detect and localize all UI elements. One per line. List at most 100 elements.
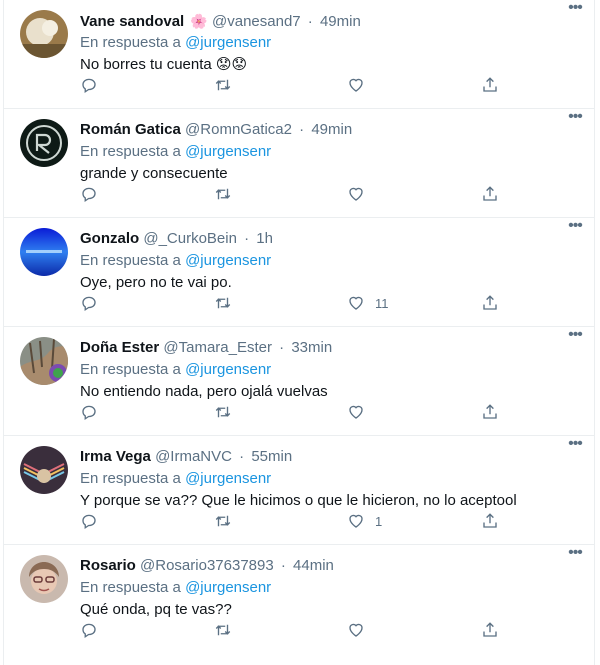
tweet-actions (80, 401, 510, 423)
more-options-icon[interactable]: ••• (564, 545, 586, 567)
timestamp[interactable]: 33min (291, 339, 332, 356)
reply-button[interactable] (80, 74, 98, 96)
more-options-icon[interactable]: ••• (564, 109, 586, 131)
tweet-text: Oye, pero no te vai po. (80, 274, 232, 291)
reply-button[interactable] (80, 292, 98, 314)
tweet[interactable]: Irma Vega @IrmaNVC · 55min En respuesta … (4, 436, 594, 545)
retweet-button[interactable] (214, 292, 232, 314)
avatar[interactable] (20, 10, 68, 58)
username[interactable]: @Rosario37637893 (140, 557, 274, 574)
separator-dot: · (279, 339, 285, 356)
tweet-header: Irma Vega @IrmaNVC · 55min (80, 446, 582, 468)
timestamp[interactable]: 1h (256, 230, 273, 247)
retweet-button[interactable] (214, 183, 232, 205)
avatar[interactable] (20, 337, 68, 385)
heart-icon (347, 185, 365, 203)
like-button[interactable]: 11 (347, 292, 389, 314)
like-button[interactable]: 1 (347, 510, 382, 532)
share-icon (481, 185, 499, 203)
display-name[interactable]: Doña Ester (80, 339, 159, 356)
more-options-icon[interactable]: ••• (564, 218, 586, 240)
separator-dot: · (280, 557, 286, 574)
share-icon (481, 512, 499, 530)
more-options-icon[interactable]: ••• (564, 436, 586, 458)
tweet-text: No borres tu cuenta 😟😟 (80, 54, 582, 76)
more-options-icon[interactable]: ••• (564, 0, 586, 22)
reply-button[interactable] (80, 510, 98, 532)
tweet-actions: 1 (80, 510, 510, 532)
separator-dot: · (299, 121, 305, 138)
tweet[interactable]: Gonzalo @_CurkoBein · 1h En respuesta a … (4, 218, 594, 327)
tweet-text: Qué onda, pq te vas?? (80, 601, 232, 618)
heart-icon (347, 76, 365, 94)
reply-prefix: En respuesta a (80, 470, 181, 487)
separator-dot: · (244, 230, 250, 247)
username[interactable]: @vanesand7 (212, 13, 301, 30)
reply-prefix: En respuesta a (80, 34, 181, 51)
username[interactable]: @IrmaNVC (155, 448, 232, 465)
like-button[interactable] (347, 401, 375, 423)
tweet[interactable]: Román Gatica @RomnGatica2 · 49min En res… (4, 109, 594, 218)
tweet[interactable]: Rosario @Rosario37637893 · 44min En resp… (4, 545, 594, 663)
tweet[interactable]: Vane sandoval 🌸 @vanesand7 · 49min En re… (4, 0, 594, 109)
display-name[interactable]: Rosario (80, 557, 136, 574)
more-options-icon[interactable]: ••• (564, 327, 586, 349)
reply-prefix: En respuesta a (80, 143, 181, 160)
mention-link[interactable]: @jurgensenr (185, 470, 271, 487)
separator-dot: · (307, 13, 313, 30)
timestamp[interactable]: 44min (293, 557, 334, 574)
username[interactable]: @RomnGatica2 (185, 121, 292, 138)
retweet-button[interactable] (214, 401, 232, 423)
reply-context: En respuesta a @jurgensenr (80, 141, 582, 163)
display-name[interactable]: Irma Vega (80, 448, 151, 465)
timestamp[interactable]: 49min (320, 13, 361, 30)
reply-prefix: En respuesta a (80, 579, 181, 596)
share-button[interactable] (481, 510, 499, 532)
display-name[interactable]: Román Gatica (80, 121, 181, 138)
share-button[interactable] (481, 401, 499, 423)
reply-button[interactable] (80, 183, 98, 205)
tweet-actions (80, 74, 510, 96)
worried-face-emoji: 😟😟 (215, 56, 248, 73)
reply-button[interactable] (80, 619, 98, 641)
username[interactable]: @Tamara_Ester (163, 339, 272, 356)
avatar[interactable] (20, 119, 68, 167)
reply-context: En respuesta a @jurgensenr (80, 468, 582, 490)
share-icon (481, 403, 499, 421)
like-button[interactable] (347, 74, 375, 96)
tweet-text: No entiendo nada, pero ojalá vuelvas (80, 383, 328, 400)
retweet-icon (214, 294, 232, 312)
separator-dot: · (239, 448, 245, 465)
reply-context: En respuesta a @jurgensenr (80, 359, 582, 381)
reply-button[interactable] (80, 401, 98, 423)
retweet-button[interactable] (214, 619, 232, 641)
mention-link[interactable]: @jurgensenr (185, 252, 271, 269)
avatar[interactable] (20, 446, 68, 494)
tweet-actions (80, 183, 510, 205)
retweet-button[interactable] (214, 510, 232, 532)
username[interactable]: @_CurkoBein (143, 230, 237, 247)
tweet[interactable]: Doña Ester @Tamara_Ester · 33min En resp… (4, 327, 594, 436)
retweet-icon (214, 185, 232, 203)
like-button[interactable] (347, 183, 375, 205)
heart-icon (347, 621, 365, 639)
mention-link[interactable]: @jurgensenr (185, 579, 271, 596)
avatar[interactable] (20, 228, 68, 276)
mention-link[interactable]: @jurgensenr (185, 34, 271, 51)
display-name[interactable]: Gonzalo (80, 230, 139, 247)
share-button[interactable] (481, 619, 499, 641)
avatar[interactable] (20, 555, 68, 603)
reply-prefix: En respuesta a (80, 361, 181, 378)
like-button[interactable] (347, 619, 375, 641)
mention-link[interactable]: @jurgensenr (185, 143, 271, 160)
display-name[interactable]: Vane sandoval (80, 13, 184, 30)
retweet-button[interactable] (214, 74, 232, 96)
tweet-text-body: No borres tu cuenta (80, 56, 212, 73)
share-button[interactable] (481, 292, 499, 314)
timestamp[interactable]: 49min (311, 121, 352, 138)
share-button[interactable] (481, 74, 499, 96)
timestamp[interactable]: 55min (251, 448, 292, 465)
share-button[interactable] (481, 183, 499, 205)
reply-icon (80, 512, 98, 530)
mention-link[interactable]: @jurgensenr (185, 361, 271, 378)
